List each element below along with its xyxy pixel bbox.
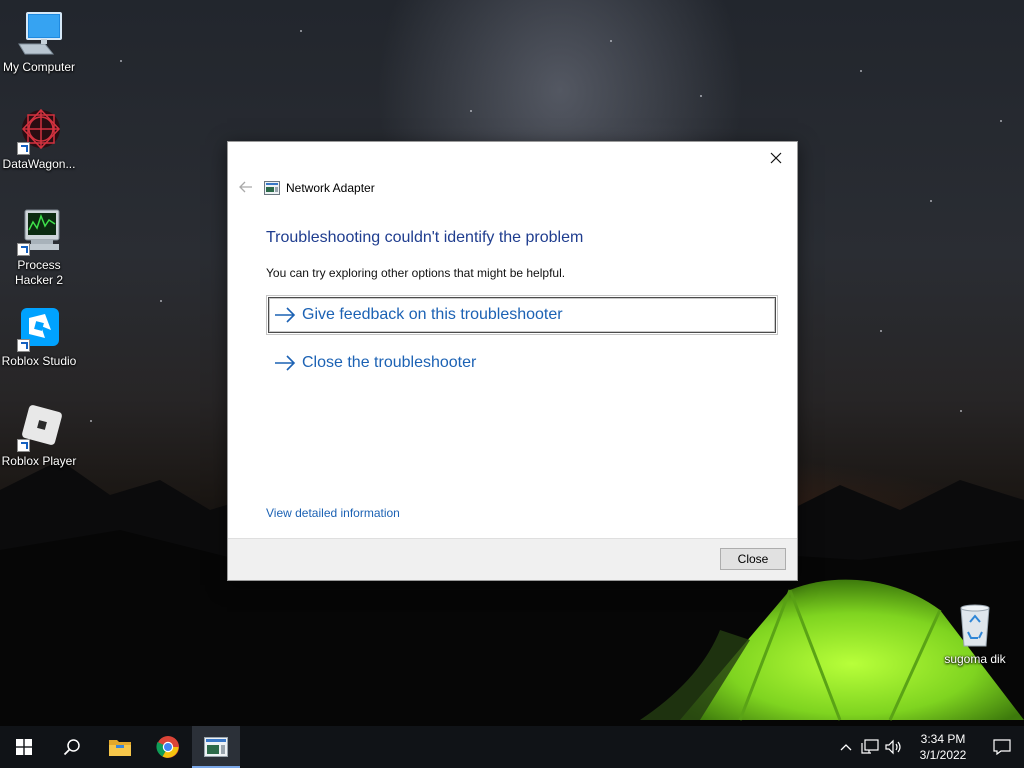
clock-time: 3:34 PM xyxy=(920,732,966,746)
process-hacker-icon xyxy=(15,208,63,256)
give-feedback-option[interactable]: Give feedback on this troubleshooter xyxy=(266,295,778,335)
taskbar: 3:34 PM 3/1/2022 xyxy=(0,726,1024,768)
dialog-heading: Troubleshooting couldn't identify the pr… xyxy=(266,229,584,246)
start-button[interactable] xyxy=(0,726,48,768)
file-explorer-icon xyxy=(109,740,131,756)
volume-button[interactable] xyxy=(882,726,906,768)
roblox-player-icon xyxy=(15,404,63,452)
roblox-studio-icon xyxy=(15,304,63,352)
chevron-up-icon xyxy=(840,744,852,751)
shortcut-arrow-icon xyxy=(17,142,30,155)
view-detailed-information-link[interactable]: View detailed information xyxy=(266,506,400,520)
troubleshooter-icon xyxy=(204,737,228,757)
dialog-footer: Close xyxy=(228,538,797,580)
desktop-icon-my-computer[interactable]: My Computer xyxy=(0,10,79,75)
datawagon-icon xyxy=(15,107,63,155)
computer-icon xyxy=(15,10,63,58)
network-status-button[interactable] xyxy=(858,726,882,768)
desktop-icon-process-hacker[interactable]: Process Hacker 2 xyxy=(0,208,79,288)
close-window-icon[interactable] xyxy=(761,146,791,170)
shortcut-arrow-icon xyxy=(17,439,30,452)
desktop-icon-roblox-player[interactable]: Roblox Player xyxy=(0,404,79,469)
network-adapter-icon xyxy=(264,181,280,195)
taskbar-troubleshooter[interactable] xyxy=(192,726,240,768)
search-button[interactable] xyxy=(48,726,96,768)
recycle-bin-icon xyxy=(951,602,999,650)
close-troubleshooter-label: Close the troubleshooter xyxy=(302,354,477,371)
desktop-icon-label: sugoma dik xyxy=(944,652,1006,666)
search-icon xyxy=(63,739,80,756)
desktop-icon-roblox-studio[interactable]: Roblox Studio xyxy=(0,304,79,369)
shortcut-arrow-icon xyxy=(17,243,30,256)
dialog-nav-title-label: Network Adapter xyxy=(286,181,375,195)
desktop-icon-label: Roblox Player xyxy=(1,454,77,468)
volume-icon xyxy=(885,739,901,755)
desktop-icon-label: My Computer xyxy=(2,60,76,74)
clock-date: 3/1/2022 xyxy=(919,748,967,762)
close-button[interactable]: Close xyxy=(720,548,786,570)
chrome-icon xyxy=(156,736,179,758)
desktop-icon-recycle-bin[interactable]: sugoma dik xyxy=(935,602,1015,667)
network-icon xyxy=(861,739,879,754)
action-center-button[interactable] xyxy=(980,726,1024,768)
desktop-icon-datawagon[interactable]: DataWagon... xyxy=(0,107,79,172)
desktop-icon-label: Roblox Studio xyxy=(1,354,77,368)
give-feedback-label: Give feedback on this troubleshooter xyxy=(302,306,563,323)
close-troubleshooter-option[interactable]: Close the troubleshooter xyxy=(268,345,776,381)
dialog-subtext: You can try exploring other options that… xyxy=(266,266,566,280)
shortcut-arrow-icon xyxy=(17,339,30,352)
show-hidden-icons-button[interactable] xyxy=(834,726,858,768)
system-tray: 3:34 PM 3/1/2022 xyxy=(834,726,1024,768)
notification-icon xyxy=(993,739,1011,755)
taskbar-clock[interactable]: 3:34 PM 3/1/2022 xyxy=(906,726,980,768)
desktop-icon-label: Process Hacker 2 xyxy=(14,258,64,287)
taskbar-chrome[interactable] xyxy=(144,726,192,768)
arrow-right-icon xyxy=(275,355,296,371)
back-arrow-icon[interactable] xyxy=(236,178,256,196)
desktop-icon-label: DataWagon... xyxy=(2,157,76,171)
arrow-right-icon xyxy=(275,307,296,323)
dialog-nav-title: Network Adapter xyxy=(264,179,375,197)
start-icon xyxy=(16,739,32,755)
taskbar-file-explorer[interactable] xyxy=(96,726,144,768)
troubleshooter-dialog: Network Adapter Troubleshooting couldn't… xyxy=(227,141,798,581)
